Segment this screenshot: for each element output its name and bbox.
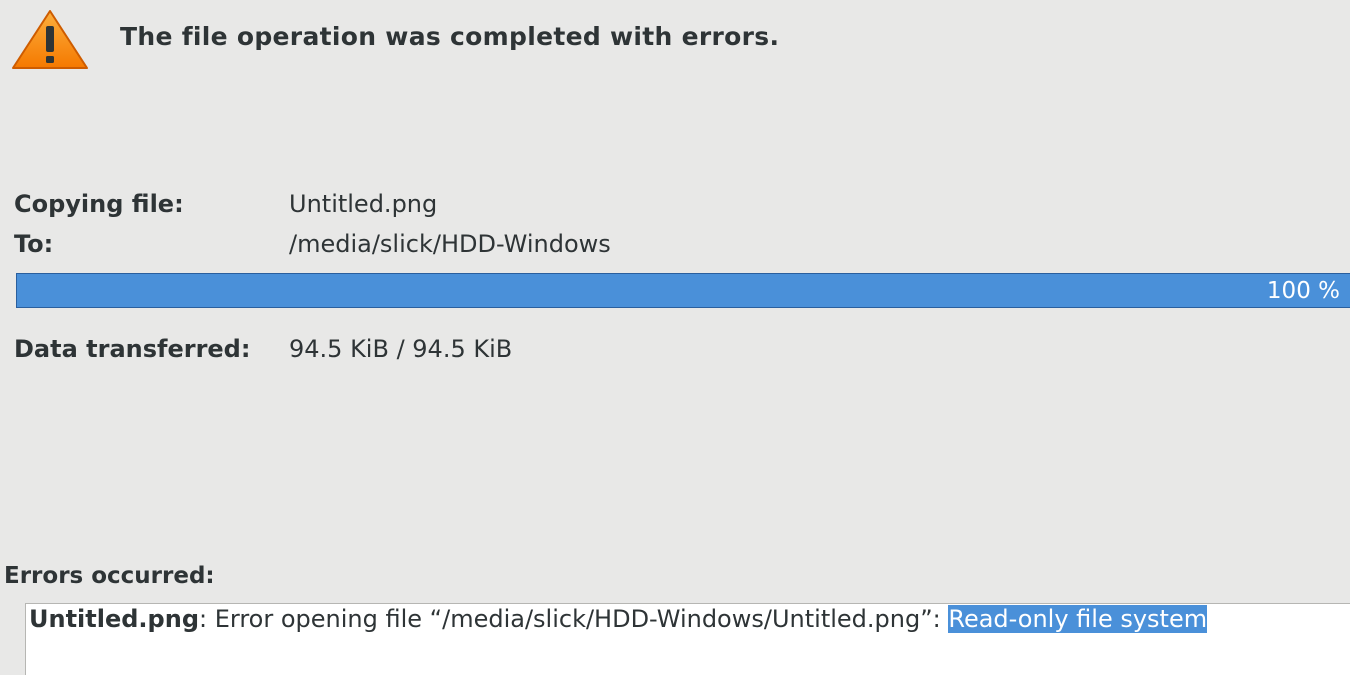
data-transferred-value: 94.5 KiB / 94.5 KiB xyxy=(289,335,513,363)
errors-text-view[interactable]: Untitled.png: Error opening file “/media… xyxy=(25,603,1350,675)
errors-label: Errors occurred: xyxy=(4,563,215,589)
error-file-name: Untitled.png xyxy=(29,605,199,633)
copying-file-value: Untitled.png xyxy=(289,190,438,218)
dialog-title: The file operation was completed with er… xyxy=(120,22,780,51)
destination-label: To: xyxy=(14,230,54,258)
data-transferred-label: Data transferred: xyxy=(14,335,251,363)
destination-value: /media/slick/HDD-Windows xyxy=(289,230,611,258)
dialog-header: The file operation was completed with er… xyxy=(0,0,1350,80)
copying-file-label: Copying file: xyxy=(14,190,184,218)
progress-fill xyxy=(17,274,1350,307)
warning-icon xyxy=(12,10,88,69)
progress-text: 100 % xyxy=(1266,278,1340,304)
error-reason-selected[interactable]: Read-only file system xyxy=(948,605,1208,633)
error-message: Error opening file “/media/slick/HDD-Win… xyxy=(207,605,949,633)
progress-bar: 100 % xyxy=(16,273,1350,308)
error-separator: : xyxy=(199,605,208,633)
file-operation-dialog: The file operation was completed with er… xyxy=(0,0,1350,675)
